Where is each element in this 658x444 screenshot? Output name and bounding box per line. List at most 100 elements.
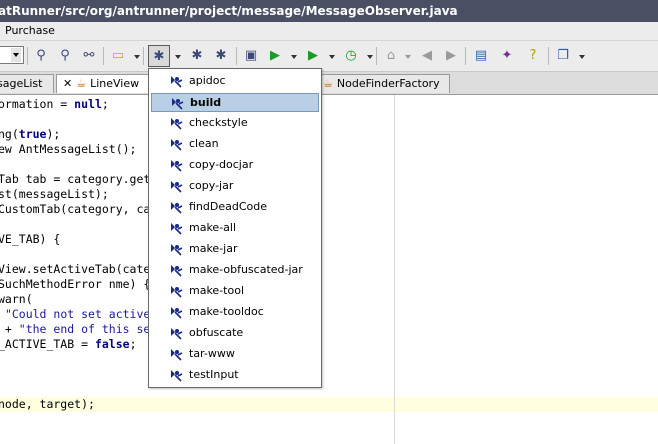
code-string: "the end of this se	[18, 322, 151, 336]
menu-item-clean[interactable]: clean	[151, 135, 319, 154]
toolbar-separator	[143, 47, 144, 65]
code-line[interactable]: warn(	[0, 292, 33, 307]
code-text: Tab tab = category.get	[0, 172, 151, 186]
code-text: View.setActiveTab(cate	[0, 262, 151, 276]
chevron-down-icon[interactable]	[367, 55, 373, 59]
window-title-bar: atRunner/src/org/antrunner/project/messa…	[0, 0, 658, 22]
windows-icon[interactable]: ❐	[552, 45, 574, 67]
debug-icon[interactable]: ▶	[302, 45, 324, 67]
menu-item-make-obfuscated-jar[interactable]: make-obfuscated-jar	[151, 261, 319, 280]
tab-lineview[interactable]: ✕ ☕ LineView	[56, 74, 149, 93]
chevron-down-icon[interactable]	[291, 55, 297, 59]
menu-item-label: make-obfuscated-jar	[189, 263, 303, 276]
back-icon[interactable]: ◀	[416, 45, 438, 67]
menu-item-label: tar-www	[189, 347, 235, 360]
code-line[interactable]: ew AntMessageList();	[0, 142, 136, 157]
ant-target-icon	[169, 138, 183, 151]
ant-target-icon	[169, 201, 183, 214]
menu-item-testInput[interactable]: testInput	[151, 366, 319, 385]
menu-bar: Purchase	[0, 22, 658, 41]
code-line[interactable]: + "the end of this se	[0, 322, 150, 337]
code-line[interactable]: Tab tab = category.get	[0, 172, 150, 187]
run-icon[interactable]: ▶	[264, 45, 286, 67]
chevron-down-icon[interactable]	[11, 48, 21, 62]
screen-icon[interactable]: ▣	[240, 45, 262, 67]
ant-target-icon	[169, 75, 183, 88]
menu-item-copy-docjar[interactable]: copy-docjar	[151, 156, 319, 175]
code-keyword: null	[74, 97, 102, 111]
menu-item-make-tool[interactable]: make-tool	[151, 282, 319, 301]
ant-target-icon	[169, 180, 183, 193]
menu-item-checkstyle[interactable]: checkstyle	[151, 114, 319, 133]
ant-target-icon	[169, 327, 183, 340]
code-text: ew AntMessageList();	[0, 142, 137, 156]
chevron-down-icon[interactable]	[134, 55, 140, 59]
code-text: ;	[129, 337, 137, 351]
ant-stop-icon[interactable]: ✱	[186, 45, 208, 67]
open-folder-icon[interactable]: ▭	[107, 45, 129, 67]
ant-targets-menu: apidoc build checkstyle clean copy-docjar cop…	[148, 68, 322, 388]
tab-label: sageList	[0, 77, 43, 90]
menu-item-tar-www[interactable]: tar-www	[151, 345, 319, 364]
current-line-highlight	[0, 397, 658, 412]
menu-item-make-jar[interactable]: make-jar	[151, 240, 319, 259]
find-icon[interactable]: ⚲	[30, 45, 52, 67]
menu-item-label: clean	[189, 137, 219, 150]
java-class-icon: ☕	[76, 77, 87, 90]
menu-item-build[interactable]: build	[151, 93, 319, 112]
menu-item-obfuscate[interactable]: obfuscate	[151, 324, 319, 343]
code-string: "Could not set active	[4, 307, 151, 321]
menu-item-label: make-tool	[189, 284, 244, 297]
chevron-down-icon[interactable]	[405, 55, 411, 59]
code-text: node, target);	[0, 397, 95, 411]
close-icon[interactable]: ✕	[63, 77, 72, 90]
code-line[interactable]: ormation = null;	[0, 97, 109, 112]
find-usages-icon[interactable]: ⚲	[54, 45, 76, 67]
code-line[interactable]: View.setActiveTab(cate	[0, 262, 150, 277]
menu-item-label: obfuscate	[189, 326, 244, 339]
menu-purchase[interactable]: Purchase	[5, 24, 55, 37]
java-class-icon: ☕	[323, 77, 333, 90]
menu-item-label: make-all	[189, 221, 237, 234]
code-text: ;	[101, 97, 109, 111]
ant-target-icon	[169, 117, 183, 130]
help-icon[interactable]: ?	[522, 45, 544, 67]
ant-target-icon	[169, 285, 183, 298]
plugin-icon[interactable]: ✦	[496, 45, 518, 67]
ant-target-icon	[169, 306, 183, 319]
book-icon[interactable]: ▤	[470, 45, 492, 67]
chevron-down-icon[interactable]	[175, 55, 181, 59]
profile-icon[interactable]: ◷	[340, 45, 362, 67]
menu-item-make-tooldoc[interactable]: make-tooldoc	[151, 303, 319, 322]
code-line[interactable]: _ACTIVE_TAB = false;	[0, 337, 137, 352]
tab-messagelist[interactable]: sageList	[0, 74, 54, 93]
ant-properties-icon[interactable]: ✱	[210, 45, 232, 67]
forward-icon[interactable]: ▶	[440, 45, 462, 67]
toolbar-separator	[27, 47, 28, 65]
code-text: ormation =	[0, 97, 75, 111]
tab-label: NodeFinderFactory	[336, 77, 440, 90]
code-line[interactable]: node, target);	[0, 397, 95, 412]
code-line[interactable]: VE_TAB) {	[0, 232, 60, 247]
chevron-down-icon[interactable]	[579, 55, 585, 59]
toolbar-combo[interactable]	[0, 46, 24, 64]
home-icon[interactable]: ⌂	[380, 45, 402, 67]
chevron-down-icon[interactable]	[329, 55, 335, 59]
code-line[interactable]: st(messageList);	[0, 187, 109, 202]
code-text: );	[46, 127, 61, 141]
tab-nodefinderfactory[interactable]: ☕ NodeFinderFactory	[316, 74, 450, 93]
code-editor[interactable]: ormation = null; ng(true); ew AntMessageLi…	[0, 95, 658, 444]
toolbar-separator	[376, 47, 377, 65]
toolbar: ⚲ ⚲ ⚯ ▭ ✱ ✱ ✱ ▣ ▶ ▶ ◷ ⌂ ◀ ▶ ▤ ✦ ? ❐	[0, 41, 658, 72]
toolbar-separator	[103, 47, 104, 65]
binoculars-icon[interactable]: ⚯	[78, 45, 100, 67]
code-text: _ACTIVE_TAB =	[0, 337, 95, 351]
menu-item-findDeadCode[interactable]: findDeadCode	[151, 198, 319, 217]
code-line[interactable]: SuchMethodError nme) {	[0, 277, 150, 292]
code-line[interactable]: ng(true);	[0, 127, 60, 142]
menu-item-apidoc[interactable]: apidoc	[151, 72, 319, 91]
menu-item-make-all[interactable]: make-all	[151, 219, 319, 238]
ant-target-icon[interactable]: ✱	[148, 45, 170, 67]
menu-item-copy-jar[interactable]: copy-jar	[151, 177, 319, 196]
ant-target-icon	[169, 159, 183, 172]
